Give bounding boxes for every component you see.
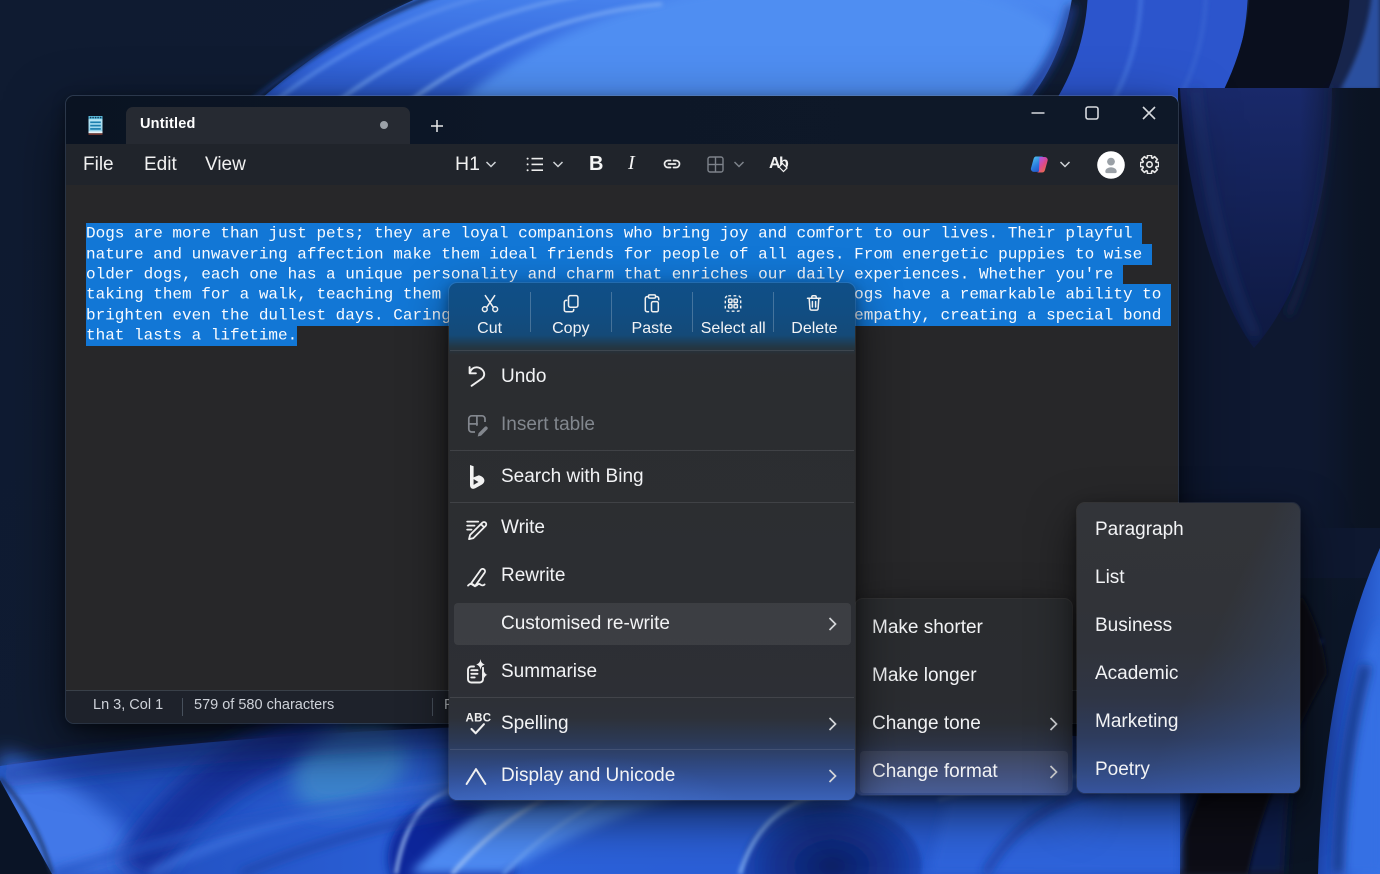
svg-text:ABC: ABC bbox=[466, 713, 492, 725]
